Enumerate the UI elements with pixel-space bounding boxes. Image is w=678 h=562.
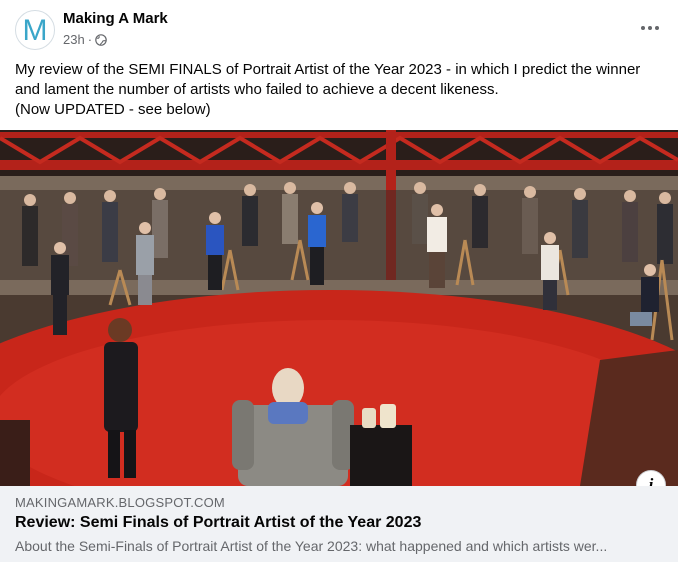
caption-line: and lament the number of artists who fai… (15, 81, 499, 98)
link-title[interactable]: Review: Semi Finals of Portrait Artist o… (15, 514, 421, 532)
more-horizontal-icon (641, 26, 659, 30)
studio-photo-illustration (0, 130, 678, 486)
link-preview-image[interactable] (0, 130, 678, 486)
link-description: About the Semi-Finals of Portrait Artist… (15, 538, 608, 554)
link-preview-card[interactable]: MAKINGAMARK.BLOGSPOT.COM Review: Semi Fi… (0, 486, 678, 562)
post-caption: My review of the SEMI FINALS of Portrait… (15, 60, 665, 120)
caption-line: (Now UPDATED - see below) (15, 101, 211, 118)
link-domain: MAKINGAMARK.BLOGSPOT.COM (15, 495, 225, 510)
post-header: M Making A Mark 23h · (0, 0, 678, 56)
globe-icon (95, 33, 107, 46)
facebook-post: M Making A Mark 23h · My review of the S… (0, 0, 678, 562)
page-avatar[interactable]: M (15, 10, 55, 50)
post-timestamp[interactable]: 23h (63, 32, 85, 47)
post-meta: 23h · (63, 32, 107, 47)
avatar-letter: M (22, 13, 48, 47)
caption-line: My review of the SEMI FINALS of Portrait… (15, 61, 641, 78)
more-options-button[interactable] (634, 14, 666, 42)
page-name-link[interactable]: Making A Mark (63, 10, 168, 27)
meta-separator: · (87, 32, 93, 47)
